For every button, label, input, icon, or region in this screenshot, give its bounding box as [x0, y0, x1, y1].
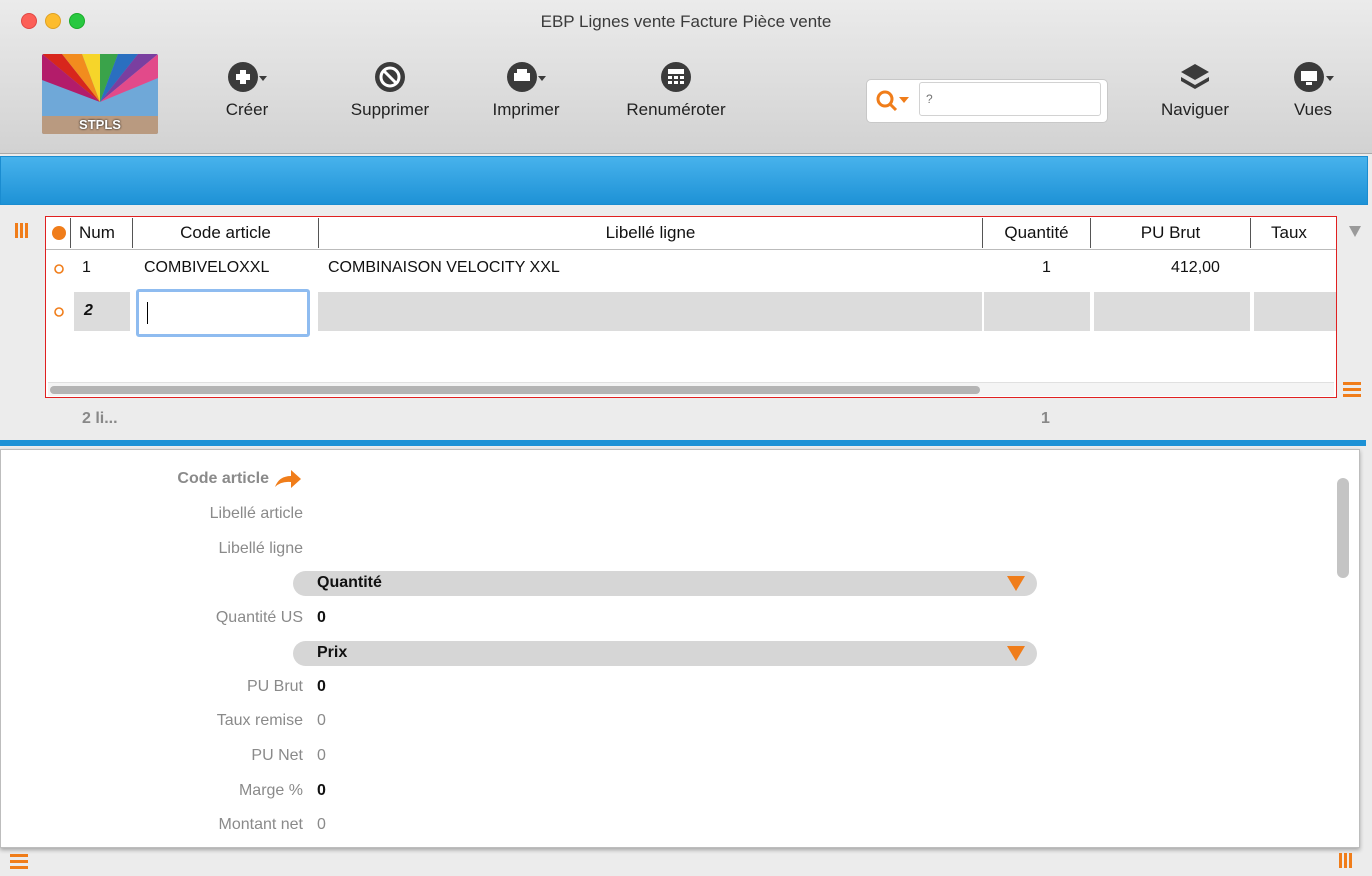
scrollbar-thumb[interactable]	[50, 386, 980, 394]
collapse-arrow-icon[interactable]	[1007, 646, 1025, 661]
search-icon[interactable]	[875, 89, 913, 113]
views-label: Vues	[1293, 100, 1333, 119]
calculator-icon	[661, 62, 691, 92]
grid-footer: 2 li... 1	[0, 400, 1366, 436]
horizontal-scrollbar[interactable]	[48, 382, 1334, 396]
row-libelle: COMBINAISON VELOCITY XXL	[328, 259, 560, 276]
delete-button[interactable]: Supprimer	[334, 60, 446, 120]
detail-column-handle-icon[interactable]	[1338, 852, 1354, 870]
col-header-taux[interactable]: Taux	[1250, 218, 1336, 248]
header-band	[0, 156, 1368, 205]
printer-icon	[507, 62, 546, 92]
libelle-ligne-label: Libellé ligne	[218, 540, 303, 557]
print-label: Imprimer	[492, 100, 560, 119]
row-pu-brut: 412,00	[1171, 259, 1220, 276]
delete-label: Supprimer	[350, 100, 430, 119]
col-header-quantite[interactable]: Quantité	[982, 218, 1090, 248]
collapse-arrow-icon[interactable]	[1007, 576, 1025, 591]
detail-menu-icon[interactable]	[8, 852, 30, 870]
monitor-icon	[1294, 62, 1334, 92]
col-header-code-article[interactable]: Code article	[132, 218, 318, 248]
pu-brut-value[interactable]: 0	[317, 678, 326, 696]
window-toolbar: EBP Lignes vente Facture Pièce vente STP…	[0, 0, 1372, 154]
montant-net-value: 0	[317, 816, 326, 833]
marge-value[interactable]: 0	[317, 782, 326, 800]
pu-net-value: 0	[317, 747, 326, 764]
row-quantite: 1	[1042, 259, 1051, 276]
quantite-us-value[interactable]: 0	[317, 609, 326, 627]
table-row[interactable]: 1 COMBIVELOXXL COMBINAISON VELOCITY XXL …	[46, 250, 1336, 288]
renumber-button[interactable]: Renuméroter	[610, 60, 742, 120]
row-libelle-cell	[318, 292, 982, 331]
section-prix-header[interactable]: Prix	[293, 641, 1037, 666]
montant-net-label: Montant net	[218, 816, 304, 833]
lines-grid: Num Code article Libellé ligne Quantité …	[45, 216, 1337, 398]
company-logo: STPLS	[42, 54, 158, 134]
taux-remise-label: Taux remise	[216, 712, 303, 729]
row-quantite-cell	[984, 292, 1090, 331]
detail-separator	[0, 440, 1366, 446]
row-taux-cell	[1254, 292, 1336, 331]
row-status-icon	[54, 264, 64, 274]
logo-text: STPLS	[79, 117, 121, 132]
navigate-label: Naviguer	[1160, 100, 1230, 119]
layers-icon	[1181, 64, 1209, 89]
quantite-us-label: Quantité US	[215, 609, 303, 626]
row-num-cell	[74, 292, 130, 331]
line-count: 2 li...	[82, 410, 118, 427]
col-header-num[interactable]: Num	[70, 218, 132, 248]
quantity-total: 1	[1041, 410, 1050, 427]
status-dot-icon	[52, 226, 66, 240]
column-menu-icon[interactable]	[1347, 223, 1363, 239]
go-to-arrow-icon[interactable]	[273, 468, 303, 490]
section-quantite-label: Quantité	[317, 574, 382, 591]
plus-circle-icon	[228, 62, 267, 92]
print-button[interactable]: Imprimer	[480, 60, 572, 120]
vertical-scrollbar-thumb[interactable]	[1337, 478, 1349, 578]
create-label: Créer	[225, 100, 269, 119]
col-header-pu-brut[interactable]: PU Brut	[1090, 218, 1250, 248]
section-prix-label: Prix	[317, 644, 348, 661]
window-title: EBP Lignes vente Facture Pièce vente	[540, 12, 832, 31]
section-quantite-header[interactable]: Quantité	[293, 571, 1037, 596]
taux-remise-value: 0	[317, 712, 326, 729]
pu-brut-label: PU Brut	[246, 678, 303, 695]
row-status-icon	[54, 307, 64, 317]
list-menu-icon[interactable]	[1341, 380, 1363, 398]
row-num: 2	[84, 302, 93, 319]
libelle-article-label: Libellé article	[209, 505, 303, 522]
row-pu-brut-cell	[1094, 292, 1250, 331]
code-article-input[interactable]	[136, 289, 310, 337]
row-num: 1	[82, 259, 91, 276]
text-cursor	[147, 302, 148, 324]
search-box[interactable]	[866, 79, 1108, 123]
marge-label: Marge %	[238, 782, 303, 799]
col-header-libelle-ligne[interactable]: Libellé ligne	[318, 218, 982, 248]
detail-panel: Code article Libellé article Libellé lig…	[0, 449, 1360, 848]
navigate-button[interactable]: Naviguer	[1146, 60, 1244, 120]
code-article-label: Code article	[177, 470, 269, 487]
prohibited-icon	[375, 62, 405, 92]
pu-net-label: PU Net	[251, 747, 303, 764]
renumber-label: Renuméroter	[626, 100, 726, 119]
views-button[interactable]: Vues	[1278, 60, 1348, 120]
table-row[interactable]: 2	[46, 289, 1336, 337]
create-button[interactable]: Créer	[216, 60, 278, 120]
search-input[interactable]	[919, 82, 1101, 116]
column-handle-icon[interactable]	[14, 222, 30, 240]
row-code-article: COMBIVELOXXL	[144, 259, 270, 276]
